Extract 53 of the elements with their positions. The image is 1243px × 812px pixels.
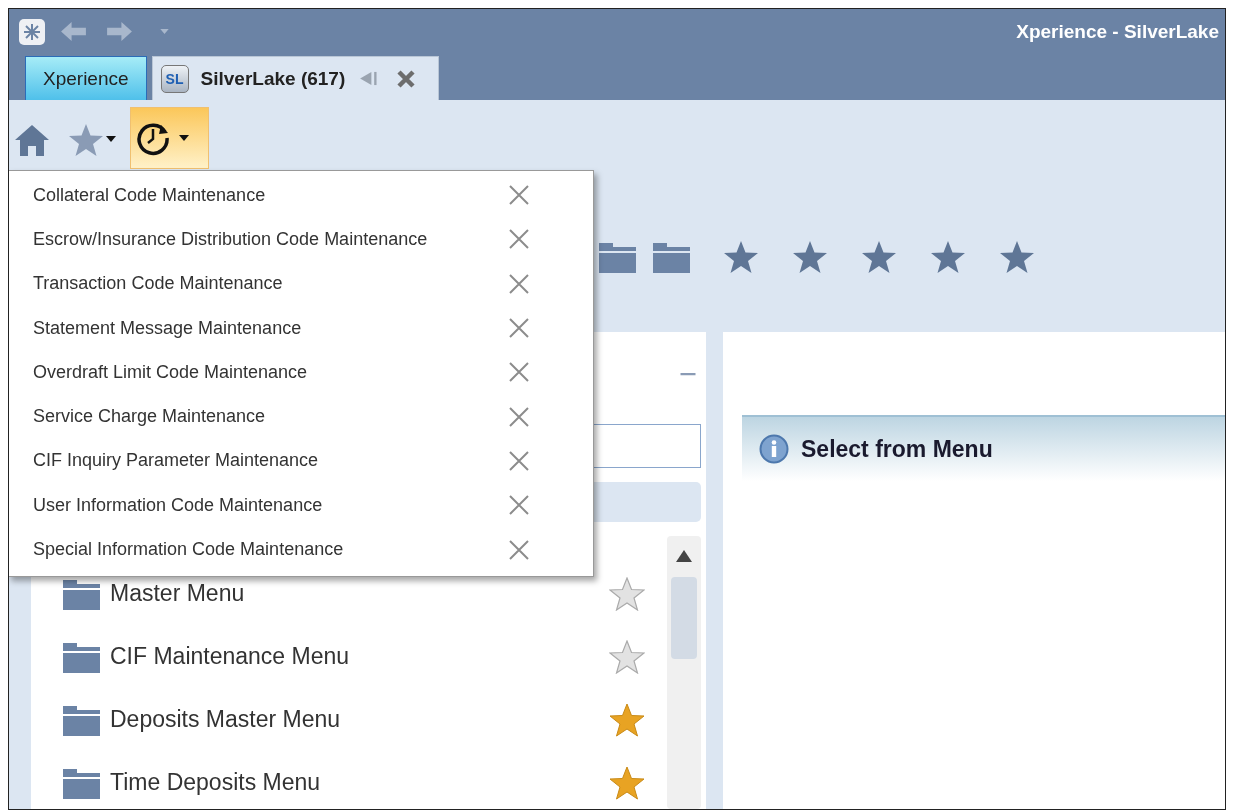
- pin-icon[interactable]: [360, 71, 380, 86]
- remove-icon[interactable]: [509, 318, 529, 339]
- folder-icon[interactable]: [653, 240, 690, 274]
- menu-item[interactable]: CIF Maintenance Menu: [110, 643, 350, 670]
- forward-arrow-icon[interactable]: [106, 21, 133, 42]
- star-icon[interactable]: [999, 240, 1035, 274]
- star-icon[interactable]: [723, 240, 759, 274]
- session-logo-icon: SL: [160, 64, 189, 93]
- caret-icon[interactable]: [106, 136, 116, 142]
- star-icon[interactable]: [68, 123, 104, 157]
- favorite-star-icon[interactable]: [609, 576, 645, 611]
- folder-icon[interactable]: [599, 240, 636, 274]
- tab[interactable]: SL SilverLake (617): [151, 56, 440, 100]
- remove-icon[interactable]: [509, 273, 529, 294]
- menu-item[interactable]: Collateral Code Maintenance: [33, 184, 499, 206]
- favorite-star-icon[interactable]: [609, 639, 645, 674]
- scrollbar[interactable]: [667, 536, 701, 809]
- menu-item[interactable]: Special Information Code Maintenance: [33, 539, 499, 560]
- star-icon[interactable]: [861, 240, 897, 274]
- history-button[interactable]: [130, 107, 209, 169]
- caret-icon: [179, 135, 189, 141]
- close-icon[interactable]: [396, 68, 417, 89]
- back-arrow-icon[interactable]: [60, 21, 87, 42]
- remove-icon[interactable]: [509, 229, 529, 250]
- menu-item[interactable]: Time Deposits Menu: [110, 769, 321, 796]
- menu-item[interactable]: User Information Code Maintenance: [33, 494, 499, 516]
- remove-icon[interactable]: [509, 495, 529, 516]
- favorite-star-icon[interactable]: [609, 765, 645, 800]
- info-icon: [759, 434, 789, 464]
- star-icon[interactable]: [792, 240, 828, 274]
- menu-item[interactable]: Master Menu: [110, 580, 245, 607]
- info-message: Select from Menu: [801, 435, 993, 463]
- remove-icon[interactable]: [509, 406, 529, 427]
- window-title: Xperience - SilverLake: [1016, 20, 1219, 43]
- menu-item[interactable]: Deposits Master Menu: [110, 706, 341, 733]
- remove-icon[interactable]: [509, 362, 529, 383]
- menu-item[interactable]: Statement Message Maintenance: [33, 317, 499, 339]
- menu-item[interactable]: Transaction Code Maintenance: [33, 273, 499, 295]
- scroll-up-icon[interactable]: [676, 550, 692, 562]
- home-icon[interactable]: [14, 123, 50, 157]
- app-logo-icon[interactable]: [18, 17, 46, 46]
- minimize-icon[interactable]: [678, 372, 698, 376]
- star-icon[interactable]: [930, 240, 966, 274]
- tab[interactable]: Xperience: [25, 56, 147, 100]
- scrollbar-thumb[interactable]: [671, 577, 697, 659]
- menu-item[interactable]: Escrow/Insurance Distribution Code Maintenance: [33, 228, 499, 250]
- menu-item[interactable]: CIF Inquiry Parameter Maintenance: [33, 450, 499, 472]
- remove-icon[interactable]: [509, 450, 529, 471]
- remove-icon[interactable]: [509, 185, 529, 206]
- remove-icon[interactable]: [509, 539, 529, 560]
- menu-item[interactable]: Overdraft Limit Code Maintenance: [33, 361, 499, 383]
- menu-item[interactable]: Service Charge Maintenance: [33, 406, 499, 428]
- favorite-star-icon[interactable]: [609, 702, 645, 737]
